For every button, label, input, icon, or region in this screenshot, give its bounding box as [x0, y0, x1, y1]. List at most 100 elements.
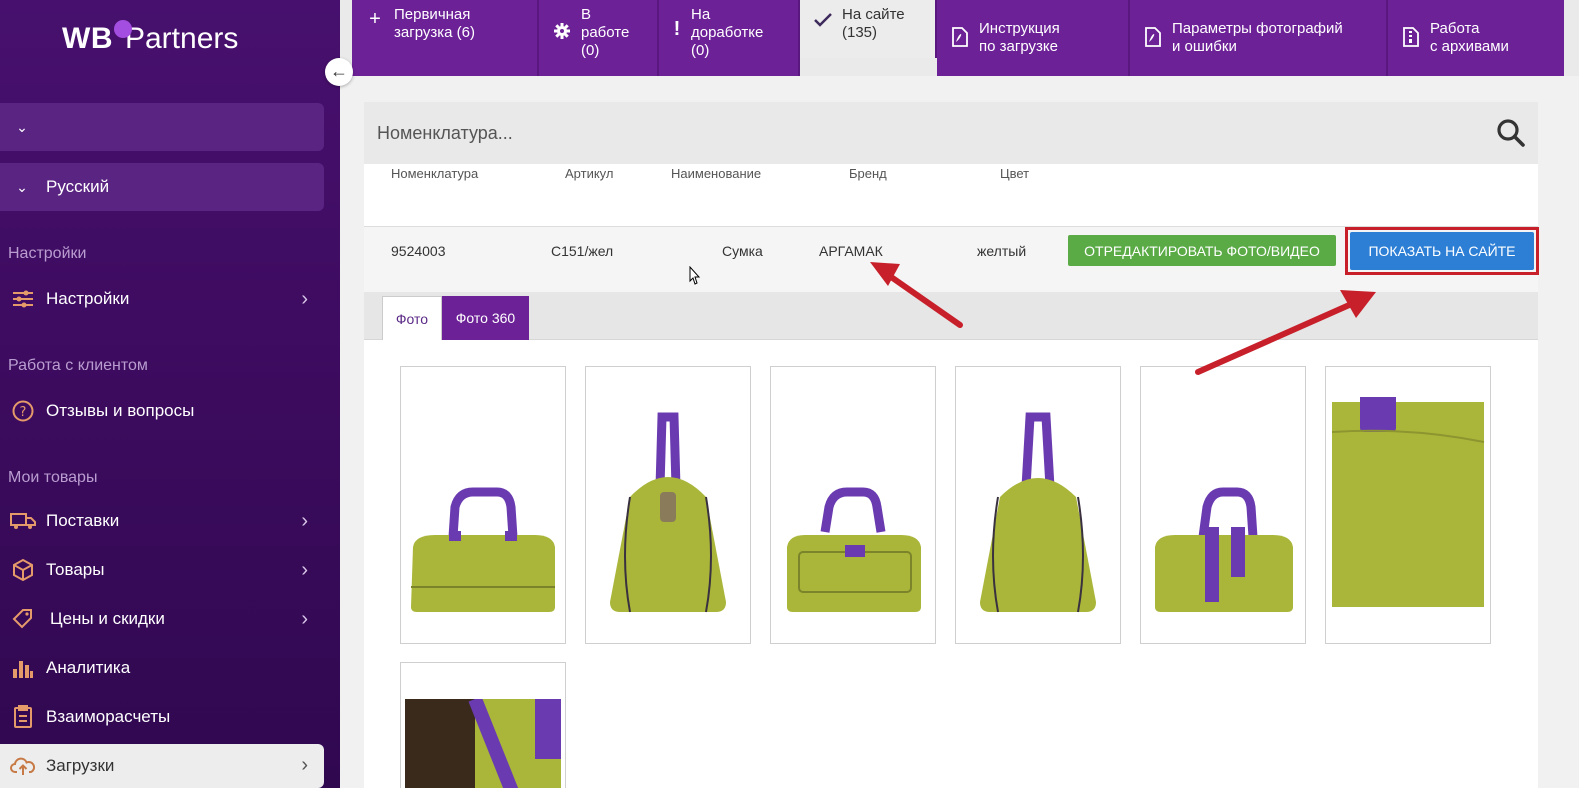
sidebar-item-settings[interactable]: Настройки ›: [0, 278, 324, 320]
tab-photo[interactable]: Фото: [382, 296, 442, 340]
chevron-down-icon: ⌄: [16, 118, 28, 135]
tab-primary-upload[interactable]: + Первичная загрузка (6): [352, 0, 539, 76]
question-circle-icon: ?: [10, 398, 36, 424]
sliders-icon: [10, 286, 36, 312]
collapse-sidebar-button[interactable]: ←: [325, 58, 353, 86]
cell-color: желтый: [977, 243, 1027, 259]
tab-line: и ошибки: [1172, 38, 1237, 55]
chevron-right-icon: ›: [301, 288, 308, 310]
tab-photo-360[interactable]: Фото 360: [442, 296, 529, 340]
arrow-left-icon: ←: [330, 61, 348, 81]
account-selector[interactable]: ⌄: [0, 103, 324, 151]
tab-label: Вработе (0): [581, 6, 629, 60]
column-header: Номенклатура: [391, 166, 479, 181]
cell-name: Сумка: [722, 243, 763, 259]
truck-icon: [10, 508, 36, 534]
sidebar-item-label: Настройки: [46, 289, 130, 308]
tab-line: Работа: [1430, 20, 1480, 37]
tab-line: На: [691, 6, 711, 23]
sidebar-item-settlements[interactable]: Взаиморасчеты: [0, 696, 324, 738]
chevron-right-icon: ›: [301, 608, 308, 630]
photo-thumbnail[interactable]: [585, 366, 751, 644]
bag-photo: [980, 412, 1096, 613]
sidebar-item-products[interactable]: Товары ›: [0, 549, 324, 591]
logo-suffix: Partners: [124, 22, 239, 55]
sidebar-item-label: Аналитика: [46, 658, 131, 677]
tab-upload-instructions[interactable]: Инструкция по загрузке: [937, 0, 1130, 76]
clipboard-icon: [10, 704, 36, 730]
cell-nomenclature: 9524003: [391, 243, 446, 259]
tab-line: Первичная: [394, 6, 471, 23]
photo-thumbnail[interactable]: [1140, 366, 1306, 644]
tab-line: На сайте: [842, 6, 905, 23]
edit-photo-video-button[interactable]: ОТРЕДАКТИРОВАТЬ ФОТО/ВИДЕО: [1068, 235, 1336, 266]
tab-line: по загрузке: [979, 38, 1058, 55]
plus-icon: +: [369, 8, 381, 30]
photo-thumbnail[interactable]: [400, 662, 566, 788]
sidebar-item-prices[interactable]: Цены и скидки ›: [0, 598, 324, 640]
top-tabs: + Первичная загрузка (6) Вработе (0) ! На д…: [352, 0, 1564, 76]
sidebar-item-label: Отзывы и вопросы: [46, 401, 195, 420]
photo-thumbnail[interactable]: [955, 366, 1121, 644]
bag-photo: [1155, 487, 1293, 612]
sidebar-item-label: Загрузки: [46, 756, 115, 775]
tab-line: с архивами: [1430, 38, 1509, 55]
search-icon[interactable]: [1496, 118, 1526, 148]
sidebar-item-uploads[interactable]: Загрузки ›: [0, 744, 324, 788]
chevron-right-icon: ›: [301, 754, 308, 776]
sidebar-item-reviews[interactable]: ? Отзывы и вопросы: [0, 390, 324, 432]
language-label: Русский: [46, 177, 110, 196]
tab-line: доработке: [691, 24, 764, 41]
photo-thumbnail[interactable]: [400, 366, 566, 644]
archive-file-icon: [1400, 26, 1422, 50]
search-input[interactable]: Номенклатура...: [377, 123, 513, 144]
search-bar[interactable]: Номенклатура...: [364, 102, 1538, 164]
photo-thumbnail[interactable]: [770, 366, 936, 644]
exclamation-icon: !: [673, 18, 681, 40]
tab-in-progress[interactable]: Вработе (0): [539, 0, 659, 76]
sidebar-item-supplies[interactable]: Поставки ›: [0, 500, 324, 542]
show-on-site-highlight: ПОКАЗАТЬ НА САЙТЕ: [1345, 227, 1539, 275]
column-header: Бренд: [849, 166, 887, 181]
bag-photo: [610, 412, 726, 613]
show-on-site-button[interactable]: ПОКАЗАТЬ НА САЙТЕ: [1350, 232, 1534, 270]
tab-line: Инструкция: [979, 20, 1060, 37]
bag-photo: [405, 699, 561, 788]
tab-line: (0): [581, 42, 600, 59]
sidebar-item-label: Цены и скидки: [50, 609, 165, 628]
section-title-products: Мои товары: [8, 469, 98, 486]
tab-line: загрузка (6): [394, 24, 475, 41]
tab-label: Параметры фотографий и ошибки: [1172, 20, 1343, 56]
sidebar-item-label: Поставки: [46, 511, 120, 530]
sidebar-item-analytics[interactable]: Аналитика: [0, 647, 324, 689]
tab-label: Работа с архивами: [1430, 20, 1509, 56]
main-content: Номенклатура... Номенклатура Артикул Наи…: [340, 76, 1579, 788]
tab-line: В: [581, 6, 592, 23]
cell-brand: АРГАМАК: [819, 243, 883, 259]
pdf-icon: [949, 26, 971, 50]
column-header: Наименование: [671, 166, 762, 181]
bag-photo: [787, 487, 921, 612]
tab-line: (135): [842, 24, 878, 41]
tab-on-site[interactable]: На сайте (135): [800, 0, 937, 58]
language-selector[interactable]: ⌄ Русский: [0, 163, 324, 211]
tab-label: Первичная загрузка (6): [394, 6, 475, 42]
photo-thumbnail[interactable]: [1325, 366, 1491, 644]
tab-photo-parameters[interactable]: Параметры фотографий и ошибки: [1130, 0, 1388, 76]
tab-archives[interactable]: Работа с архивами: [1388, 0, 1564, 76]
tab-line: работе: [581, 24, 630, 41]
sidebar: WB Partners ⌄ ⌄ Русский Настройки Настрой…: [0, 0, 340, 788]
tab-label: Инструкция по загрузке: [979, 20, 1060, 56]
chevron-right-icon: ›: [301, 510, 308, 532]
tab-on-revision[interactable]: ! На доработке (0): [659, 0, 800, 76]
table-row[interactable]: 9524003 C151/жел Сумка АРГАМАК желтый ОТ…: [364, 226, 1539, 292]
gear-icon: [551, 22, 573, 43]
bag-photo: [411, 487, 555, 612]
sidebar-item-label: Взаиморасчеты: [46, 707, 171, 726]
column-header: Артикул: [565, 166, 614, 181]
sidebar-item-label: Товары: [46, 560, 105, 579]
bar-chart-icon: [10, 655, 36, 681]
cloud-upload-icon: [10, 753, 36, 779]
tab-line: (0): [691, 42, 710, 59]
mouse-cursor-icon: [689, 266, 701, 285]
